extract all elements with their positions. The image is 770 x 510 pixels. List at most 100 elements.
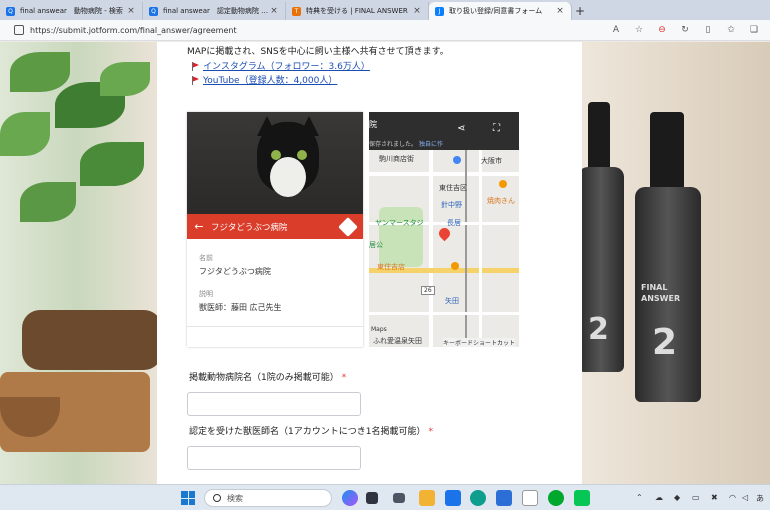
bottle-number: 2	[652, 322, 678, 363]
instagram-link[interactable]: インスタグラム（フォロワー：3.6万人）	[192, 59, 370, 72]
brush	[22, 310, 162, 370]
windows-start-icon[interactable]	[181, 491, 195, 505]
directions-icon[interactable]	[338, 216, 358, 237]
read-aloud-icon[interactable]: A	[609, 23, 623, 37]
plant-leaf	[0, 112, 50, 156]
question-text: 掲載動物病院名（1院のみ掲載可能）	[189, 373, 339, 383]
map-label: 大阪市	[481, 157, 502, 165]
keyboard-shortcuts-link[interactable]: キーボードショートカット	[443, 338, 516, 347]
search-icon: Q	[6, 6, 15, 16]
map-subtitle: 保存されました。 独自に作	[369, 139, 443, 148]
line-icon[interactable]	[574, 490, 590, 506]
favorites-icon[interactable]: ✩	[724, 23, 738, 37]
plant-leaf	[80, 142, 144, 186]
map-railway	[465, 150, 467, 347]
address-bar[interactable]: https://submit.jotform.com/final_answer/…	[30, 26, 609, 35]
hospital-name-input[interactable]	[187, 392, 361, 416]
tab-title: final answear 認定動物病院 - 検索	[163, 7, 269, 15]
split-screen-icon[interactable]: ▯	[701, 23, 715, 37]
name-value: フジタどうぶつ病院	[199, 267, 271, 276]
map-label: 東住吉店	[377, 263, 405, 271]
refresh-icon[interactable]: ↻	[678, 23, 692, 37]
task-view-icon[interactable]	[366, 492, 378, 504]
location-pin-icon[interactable]	[436, 225, 453, 242]
app-icon[interactable]	[522, 490, 538, 506]
jotform-form: MAPに掲載され、SNSを中心に飼い主様へ共有させて頂きます。 インスタグラム（…	[157, 42, 582, 484]
required-mark: *	[428, 427, 433, 437]
map-subtitle-text: 保存されました。	[369, 141, 418, 148]
edge-browser-icon[interactable]	[470, 490, 486, 506]
evernote-icon[interactable]	[548, 490, 564, 506]
bottle-cap	[588, 102, 610, 172]
close-icon[interactable]: ×	[555, 6, 565, 16]
shop-poi-icon	[451, 262, 459, 270]
brand-icon: T	[292, 6, 301, 16]
tab-title: 特典を受ける | FINAL ANSWER	[306, 7, 408, 15]
map-label: ヤンマースタジ	[375, 219, 424, 227]
close-icon[interactable]: ×	[126, 6, 136, 16]
share-icon[interactable]: ⋖	[457, 123, 465, 134]
map-label: 居公	[369, 241, 383, 249]
map-label: 駒川商店街	[379, 155, 414, 163]
plant-leaf	[100, 62, 150, 96]
question-text: 認定を受けた獣医師名（1アカウントにつき1名掲載可能）	[189, 427, 426, 437]
lock-icon[interactable]	[14, 25, 24, 35]
map-subtitle-link[interactable]: 独自に作	[419, 141, 443, 148]
fullscreen-icon[interactable]: ⛶	[493, 123, 500, 134]
browser-tab[interactable]: Q final answear 認定動物病院 - 検索 ×	[143, 2, 286, 20]
tray-icon[interactable]: ☁	[655, 493, 663, 502]
question-label: 掲載動物病院名（1院のみ掲載可能） *	[189, 370, 346, 383]
browser-tab[interactable]: T 特典を受ける | FINAL ANSWER ×	[286, 2, 429, 20]
place-title-bar: ← フジタどうぶつ病院	[187, 214, 363, 239]
keyboard-icon[interactable]: ▭	[692, 493, 700, 502]
wifi-icon[interactable]: ◠	[729, 493, 736, 502]
close-icon[interactable]: ×	[412, 6, 422, 16]
veterinarian-name-input[interactable]	[187, 446, 361, 470]
google-map[interactable]: 院 保存されました。 独自に作 ⋖ ⛶ 駒川商店街 大阪市 東住吉区 針中野 焼…	[369, 112, 519, 347]
map-label: 矢田	[445, 297, 459, 305]
extension-icon[interactable]: ⊖	[655, 23, 669, 37]
restaurant-poi-icon	[499, 180, 507, 188]
browser-tab[interactable]: Q final answear 動物病院 - 検索 ×	[0, 2, 143, 20]
bottle-brand-label: FINAL ANSWER	[641, 283, 681, 303]
cat-eye	[297, 150, 307, 160]
map-label: 東住吉区	[439, 184, 467, 192]
tab-title: final answear 動物病院 - 検索	[20, 7, 123, 15]
map-route-number: 26	[421, 286, 435, 295]
app-icon[interactable]	[445, 490, 461, 506]
link-text[interactable]: YouTube（登録人数：4,000人）	[203, 73, 337, 86]
map-header: 院 保存されました。 独自に作 ⋖ ⛶	[369, 112, 519, 150]
collections-icon[interactable]: ❏	[747, 23, 761, 37]
cat-face	[270, 157, 306, 197]
map-road	[369, 172, 519, 176]
map-road	[479, 150, 482, 347]
tray-icon[interactable]: ✖	[711, 493, 718, 502]
page-content: FINAL ANSWER 2 2 MAPに掲載され、SNSを中心に飼い主様へ共有…	[0, 42, 770, 484]
back-arrow-icon[interactable]: ←	[187, 220, 211, 233]
name-label: 名前	[199, 254, 213, 262]
close-icon[interactable]: ×	[269, 6, 279, 16]
taskbar-search[interactable]: 検索	[204, 489, 332, 507]
copilot-icon[interactable]	[342, 490, 358, 506]
map-label: 長居	[447, 219, 461, 227]
search-icon	[213, 494, 221, 502]
description-label: 説明	[199, 290, 213, 298]
map-label: 焼肉きん	[487, 197, 515, 205]
browser-tab-active[interactable]: J 取り扱い登録/同意書フォーム ×	[429, 2, 572, 20]
shop-poi-icon	[453, 156, 461, 164]
new-tab-button[interactable]: +	[572, 2, 588, 20]
volume-icon[interactable]: ◁	[742, 493, 748, 502]
browser-toolbar: https://submit.jotform.com/final_answer/…	[0, 20, 770, 41]
file-explorer-icon[interactable]	[419, 490, 435, 506]
description-value: 獣医師：藤田 広己先生	[199, 303, 282, 312]
jotform-icon: J	[435, 6, 444, 16]
widgets-icon[interactable]	[393, 493, 405, 503]
youtube-link[interactable]: YouTube（登録人数：4,000人）	[192, 73, 337, 86]
favorite-star-icon[interactable]: ☆	[632, 23, 646, 37]
chevron-up-icon[interactable]: ⌃	[636, 493, 643, 502]
link-text[interactable]: インスタグラム（フォロワー：3.6万人）	[203, 59, 370, 72]
dropbox-icon[interactable]: ◆	[674, 493, 680, 502]
app-icon[interactable]	[496, 490, 512, 506]
map-place-card: ← フジタどうぶつ病院 名前 フジタどうぶつ病院 説明 獣医師：藤田 広己先生	[187, 112, 363, 347]
ime-indicator[interactable]: あ	[756, 493, 764, 504]
